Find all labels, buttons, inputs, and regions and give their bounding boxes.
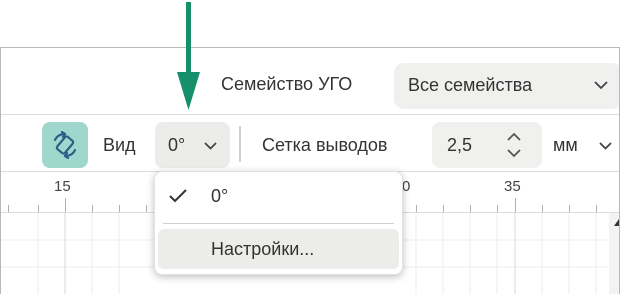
ruler-tick bbox=[443, 205, 444, 212]
dropdown-option-label: 0° bbox=[211, 186, 229, 206]
dropdown-option-label: Настройки... bbox=[211, 239, 315, 259]
unit-select[interactable]: мм bbox=[553, 135, 612, 156]
symbol-family-value: Все семейства bbox=[408, 75, 533, 95]
pin-grid-value: 2,5 bbox=[447, 135, 473, 155]
view-angle-dropdown: 0° Настройки... bbox=[154, 171, 403, 275]
ruler-tick bbox=[470, 205, 471, 212]
ruler-label: 0 bbox=[402, 178, 411, 195]
ruler-tick bbox=[497, 205, 498, 212]
toolbar-separator bbox=[239, 126, 241, 162]
ruler-tick bbox=[65, 198, 66, 212]
ruler-tick bbox=[8, 205, 9, 212]
dropdown-separator bbox=[163, 223, 394, 224]
chevron-down-icon bbox=[204, 142, 217, 150]
dropdown-option-settings[interactable]: Настройки... bbox=[158, 229, 399, 269]
symbol-family-label: Семейство УГО bbox=[221, 74, 353, 94]
chevron-down-icon bbox=[599, 142, 612, 150]
pin-grid-label: Сетка выводов bbox=[262, 135, 388, 155]
view-angle-value: 0° bbox=[168, 135, 186, 155]
ruler-tick bbox=[596, 205, 597, 212]
dropdown-option-0deg[interactable]: 0° bbox=[155, 172, 402, 222]
ruler-label: 15 bbox=[54, 178, 71, 195]
view-angle-select[interactable]: 0° bbox=[155, 122, 230, 168]
symbol-family-row: Семейство УГО Все семейства bbox=[1, 48, 619, 114]
rotate-button[interactable] bbox=[42, 122, 88, 168]
pin-grid-input[interactable]: 2,5 bbox=[432, 122, 542, 168]
view-toolbar: Вид 0° Сетка выводов 2,5 мм bbox=[1, 115, 619, 171]
ruler-tick bbox=[569, 205, 570, 212]
ruler-tick bbox=[416, 205, 417, 212]
stepper-icon[interactable] bbox=[505, 131, 523, 159]
symbol-family-select[interactable]: Все семейства bbox=[394, 63, 619, 109]
ruler-label: 35 bbox=[504, 178, 521, 195]
unit-value: мм bbox=[553, 135, 578, 155]
scroll-up-icon[interactable] bbox=[614, 219, 620, 227]
ruler-tick bbox=[38, 205, 39, 212]
ruler-tick bbox=[515, 198, 516, 212]
rotate-icon bbox=[53, 131, 77, 159]
chevron-down-icon bbox=[594, 81, 608, 90]
ruler-tick bbox=[92, 205, 93, 212]
ruler-tick bbox=[119, 205, 120, 212]
ruler-tick bbox=[542, 205, 543, 212]
checkmark-icon bbox=[169, 189, 187, 203]
view-label: Вид bbox=[103, 135, 136, 155]
ruler-tick bbox=[146, 205, 147, 212]
